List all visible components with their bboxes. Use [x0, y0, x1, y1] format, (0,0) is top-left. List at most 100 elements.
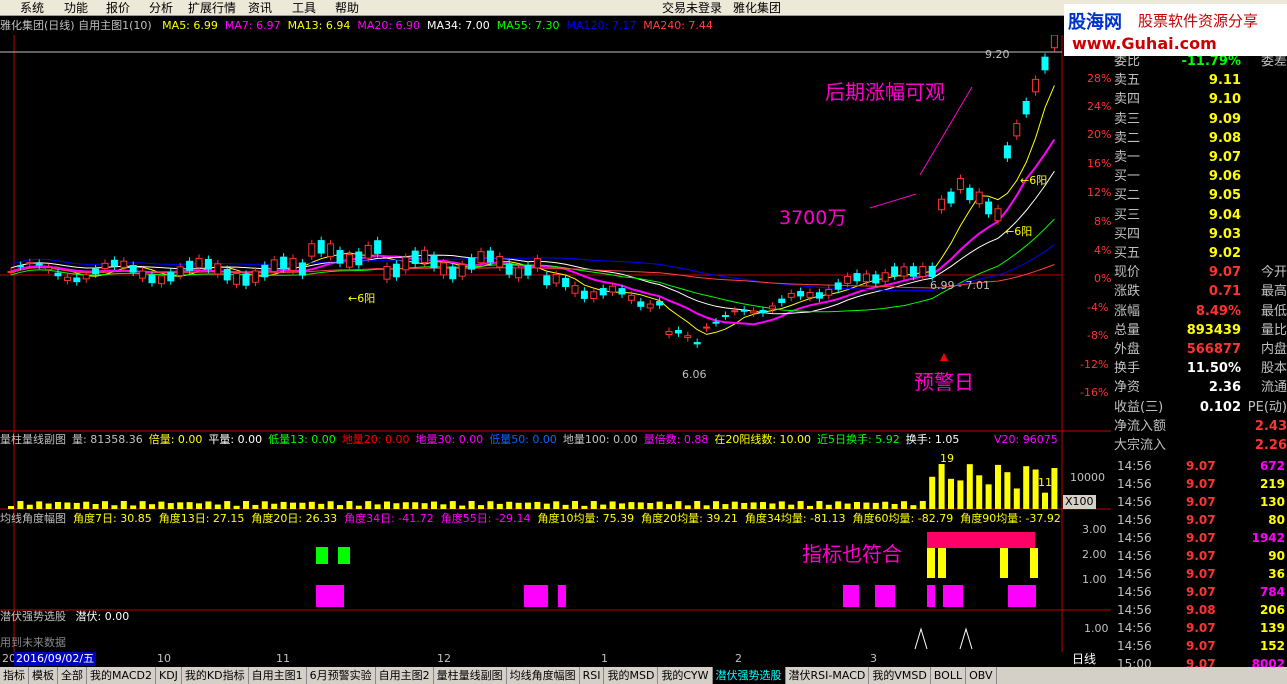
tick-row: 14:56 9.07 80: [1114, 511, 1287, 529]
tab-8[interactable]: 自用主图2: [376, 667, 434, 684]
price-axis-tick: -12%: [1080, 358, 1109, 371]
volume-header-item: 平量: 0.00: [208, 433, 263, 446]
volume-header-item: 倍量: 0.00: [148, 433, 203, 446]
tab-9[interactable]: 量柱量线副图: [434, 667, 507, 684]
quote-row-label: 涨跌: [1114, 284, 1141, 300]
candle-body: [242, 273, 250, 286]
tab-16[interactable]: 我的VMSD: [869, 667, 931, 684]
volume-peak-11: 11: [1038, 476, 1052, 489]
tick-price: 9.07: [1186, 639, 1216, 654]
candle-body: [496, 255, 504, 268]
menu-item-extended[interactable]: 扩展行情: [188, 1, 236, 15]
tick-time: 14:56: [1117, 477, 1152, 492]
quote-row-value: 9.07: [1208, 265, 1241, 281]
quote-row: 买三 9.04: [1114, 206, 1287, 225]
volume-bar: [149, 504, 155, 509]
candle-body: [1032, 78, 1040, 93]
menu-item-system[interactable]: 系统: [20, 1, 44, 15]
volume-bar: [684, 505, 691, 509]
date-dec: 12: [437, 652, 451, 665]
volume-bar: [703, 505, 710, 509]
quote-row-value: 9.10: [1208, 92, 1241, 108]
candle-body: [120, 260, 128, 268]
tab-12[interactable]: 我的MSD: [604, 667, 659, 684]
angle-header: 均线角度幅图 角度7日: 30.85 角度13日: 27.15 角度20日: 26.3…: [0, 512, 1068, 526]
candle-body: [458, 264, 466, 277]
volume-bar: [609, 501, 616, 509]
period-label[interactable]: 日线: [1072, 652, 1096, 666]
volume-bar: [957, 480, 964, 509]
tab-18[interactable]: OBV: [966, 667, 997, 684]
volume-bar: [807, 505, 813, 509]
quote-row-label: 买一: [1114, 169, 1141, 185]
warning-arrow-icon: [940, 353, 948, 361]
menu-item-tools[interactable]: 工具: [292, 1, 316, 15]
tab-0[interactable]: 指标: [0, 667, 29, 684]
menu-item-news[interactable]: 资讯: [248, 1, 272, 15]
volume-bar: [496, 503, 503, 509]
tab-11[interactable]: RSI: [580, 667, 605, 684]
quote-row-value: 9.07: [1208, 150, 1241, 165]
tick-volume: 139: [1259, 621, 1285, 636]
candle-body: [204, 258, 212, 270]
candle-body: [355, 251, 363, 266]
ma-legend-item: MA20: 6.90: [357, 19, 421, 32]
angle-header-item: 角度34均量: -81.13: [744, 512, 846, 525]
volume-bar: [459, 505, 466, 509]
volume-bar: [8, 506, 14, 509]
volume-unit: X100: [1063, 495, 1096, 509]
volume-bar: [769, 503, 776, 509]
quote-row-label2: 流通: [1260, 380, 1287, 396]
candle-body: [317, 240, 325, 254]
volume-header-item: 低量50: 0.00: [489, 433, 557, 446]
tab-4[interactable]: KDJ: [156, 667, 182, 684]
candle-body: [148, 274, 156, 284]
angle-block: [1000, 548, 1008, 578]
candle-body: [101, 262, 109, 269]
tab-17[interactable]: BOLL: [931, 667, 967, 684]
angle-block: [338, 547, 350, 564]
volume-bar: [722, 504, 729, 509]
menu-item-help[interactable]: 帮助: [335, 1, 359, 15]
future-data-note: 用到未来数据: [0, 636, 66, 649]
volume-bar: [26, 504, 33, 509]
tab-2[interactable]: 全部: [58, 667, 87, 684]
volume-bar: [872, 502, 879, 509]
menu-item-function[interactable]: 功能: [64, 1, 88, 15]
angle-block: [943, 585, 963, 607]
tab-13[interactable]: 我的CYW: [658, 667, 713, 684]
tab-5[interactable]: 我的KD指标: [182, 667, 249, 684]
volume-bar: [55, 502, 61, 509]
tab-3[interactable]: 我的MACD2: [87, 667, 156, 684]
tab-10[interactable]: 均线角度幅图: [507, 667, 580, 684]
quote-row-label: 卖二: [1114, 130, 1141, 146]
volume-bar: [233, 505, 240, 509]
chart-area[interactable]: [0, 35, 1111, 652]
tab-1[interactable]: 模板: [29, 667, 58, 684]
candle-body: [63, 276, 71, 281]
candle-body: [759, 309, 767, 314]
tick-price: 9.07: [1186, 549, 1216, 564]
tab-6[interactable]: 自用主图1: [249, 667, 307, 684]
menu-item-quote[interactable]: 报价: [106, 1, 130, 15]
angle-block: [927, 532, 1035, 548]
menu-item-analysis[interactable]: 分析: [149, 1, 173, 15]
tab-15[interactable]: 潜伏RSI-MACD: [786, 667, 870, 684]
tab-7[interactable]: 6月预警实验: [307, 667, 376, 684]
candle-body: [599, 288, 607, 296]
volume-bar: [1023, 466, 1030, 509]
candle-body: [110, 259, 118, 267]
tab-14[interactable]: 潜伏强势选股: [712, 667, 786, 684]
candle-body: [129, 265, 137, 273]
quote-row: 现价 9.07 今开: [1114, 263, 1287, 282]
volume-bar: [788, 504, 795, 509]
tick-row: 14:56 9.07 219: [1114, 475, 1287, 493]
candle-body: [637, 301, 645, 307]
tick-row: 14:56 9.08 206: [1114, 601, 1287, 619]
quote-row: 卖四 9.10: [1114, 90, 1287, 109]
quote-row-label: 净资: [1114, 380, 1141, 396]
date-cursor[interactable]: 2016/09/02/五: [14, 652, 97, 666]
tick-volume: 206: [1259, 603, 1285, 618]
volume-bar: [167, 503, 174, 509]
volume-bar: [741, 502, 748, 509]
